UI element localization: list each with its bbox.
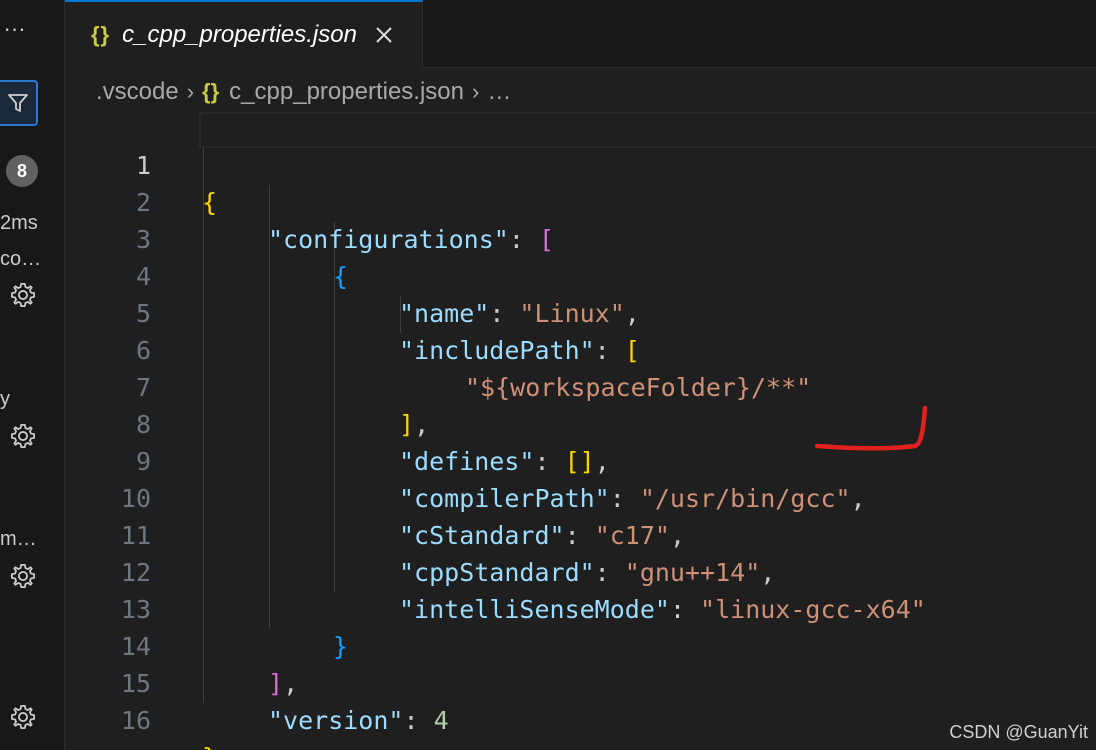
json-colon: : <box>403 706 434 735</box>
side-panel: ··· 8 2ms co… y m… <box>0 0 65 750</box>
more-actions-icon[interactable]: ··· <box>4 18 26 42</box>
code-line: 12 "intelliSenseMode": "linux-gcc-x64" <box>65 517 1096 624</box>
json-file-icon: {} <box>91 22 111 47</box>
tab-title: c_cpp_properties.json <box>122 21 357 48</box>
code-line: 1 { <box>65 110 1096 217</box>
code-line: 8 "defines": [], <box>65 369 1096 476</box>
code-line: 10 "cStandard": "c17", <box>65 443 1096 550</box>
json-number: 4 <box>433 706 449 735</box>
close-icon[interactable] <box>373 24 395 46</box>
editor-tab-bar: {} c_cpp_properties.json <box>65 0 1096 68</box>
json-brace: } <box>202 743 217 750</box>
side-text-m: m… <box>0 528 37 550</box>
line-number: 16 <box>120 706 151 735</box>
breadcrumb: .vscode › {} c_cpp_properties.json › … <box>96 72 511 112</box>
code-line: 4 "name": "Linux", <box>65 221 1096 328</box>
chevron-right-icon: › <box>186 79 195 104</box>
gear-icon[interactable] <box>9 281 37 309</box>
watermark: CSDN @GuanYit <box>949 722 1088 742</box>
breadcrumb-folder[interactable]: .vscode <box>96 78 179 106</box>
code-line: 11 "cppStandard": "gnu++14", <box>65 480 1096 587</box>
filter-icon <box>8 94 28 112</box>
breadcrumb-more[interactable]: … <box>487 78 511 106</box>
gear-icon[interactable] <box>9 422 37 450</box>
code-line: 14 ], <box>65 591 1096 698</box>
side-text-timing: 2ms <box>0 212 38 234</box>
code-line: 5 "includePath": [ <box>65 258 1096 365</box>
code-line: 3 { <box>65 184 1096 291</box>
code-line: 16 } <box>65 665 1096 750</box>
code-line: 15 "version": 4 <box>65 628 1096 735</box>
code-line: 7 ], <box>65 332 1096 439</box>
code-line: 9 "compilerPath": "/usr/bin/gcc", <box>65 406 1096 513</box>
chevron-right-icon: › <box>471 79 480 104</box>
side-text-y: y <box>0 388 10 410</box>
code-line: 13 } <box>65 554 1096 661</box>
json-key: "version" <box>268 706 404 735</box>
gear-icon[interactable] <box>9 562 37 590</box>
json-file-icon: {} <box>202 79 220 104</box>
code-editor[interactable]: 1 { 2 "configurations": [ 3 { 4 "name": … <box>65 110 1096 750</box>
filter-button[interactable] <box>0 80 38 126</box>
code-line: 6 "${workspaceFolder}/**" <box>65 295 1096 402</box>
vscode-window: ··· 8 2ms co… y m… {} c_cpp_properties.j… <box>0 0 1096 750</box>
side-text-truncated: co… <box>0 248 42 270</box>
code-line: 2 "configurations": [ <box>65 147 1096 254</box>
gear-icon[interactable] <box>9 703 37 731</box>
breadcrumb-file[interactable]: c_cpp_properties.json <box>229 78 464 106</box>
count-badge: 8 <box>6 155 38 187</box>
tab-c-cpp-properties[interactable]: {} c_cpp_properties.json <box>65 0 423 68</box>
